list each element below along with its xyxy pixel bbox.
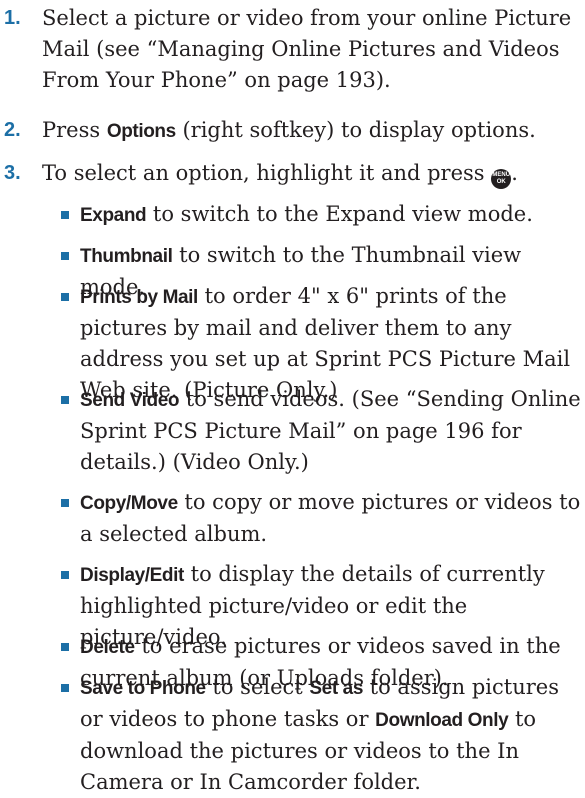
step-text-pre: Press [42, 118, 107, 142]
options-softkey-label: Options [106, 121, 176, 142]
step-text: Select a picture or video from your onli… [42, 6, 572, 92]
option-expand: Expand to switch to the Expand view mode… [61, 199, 583, 231]
step-text-rest: (right softkey) to display options. [175, 118, 536, 142]
download-only-label: Download Only [375, 710, 509, 731]
bullet-icon [61, 211, 69, 219]
bullet-icon [61, 684, 69, 692]
option-label: Display/Edit [80, 565, 184, 586]
option-save-to-phone: Save to Phone to select Set as to assign… [61, 672, 583, 798]
menu-ok-key-icon: MENU OK [491, 169, 512, 189]
bullet-icon [61, 396, 69, 404]
step-number: 2. [4, 119, 21, 141]
option-send-video: Send Video to send videos. (See “Sending… [61, 384, 583, 478]
step-text: To select an option, highlight it and pr… [42, 158, 583, 189]
option-label: Send Video [80, 390, 180, 411]
bullet-icon [61, 293, 69, 301]
option-description: to select [205, 675, 310, 699]
step-text-pre: To select an option, highlight it and pr… [42, 161, 492, 185]
set-as-label: Set as [309, 678, 363, 699]
step-number: 1. [4, 7, 21, 29]
option-label: Thumbnail [80, 246, 173, 267]
bullet-icon [61, 571, 69, 579]
option-label: Copy/Move [80, 493, 178, 514]
step-number: 3. [4, 162, 21, 184]
bullet-icon [61, 499, 69, 507]
option-label: Delete [80, 637, 135, 658]
option-description: to switch to the Expand view mode. [146, 202, 533, 226]
option-label: Expand [80, 205, 147, 226]
option-label: Save to Phone [80, 678, 206, 699]
bullet-icon [61, 252, 69, 260]
option-copy-move: Copy/Move to copy or move pictures or vi… [61, 487, 583, 550]
step-text: Press Options (right softkey) to display… [42, 115, 583, 147]
option-label: Prints by Mail [80, 287, 198, 308]
manual-page: 1. Select a picture or video from your o… [0, 0, 585, 794]
bullet-icon [61, 643, 69, 651]
